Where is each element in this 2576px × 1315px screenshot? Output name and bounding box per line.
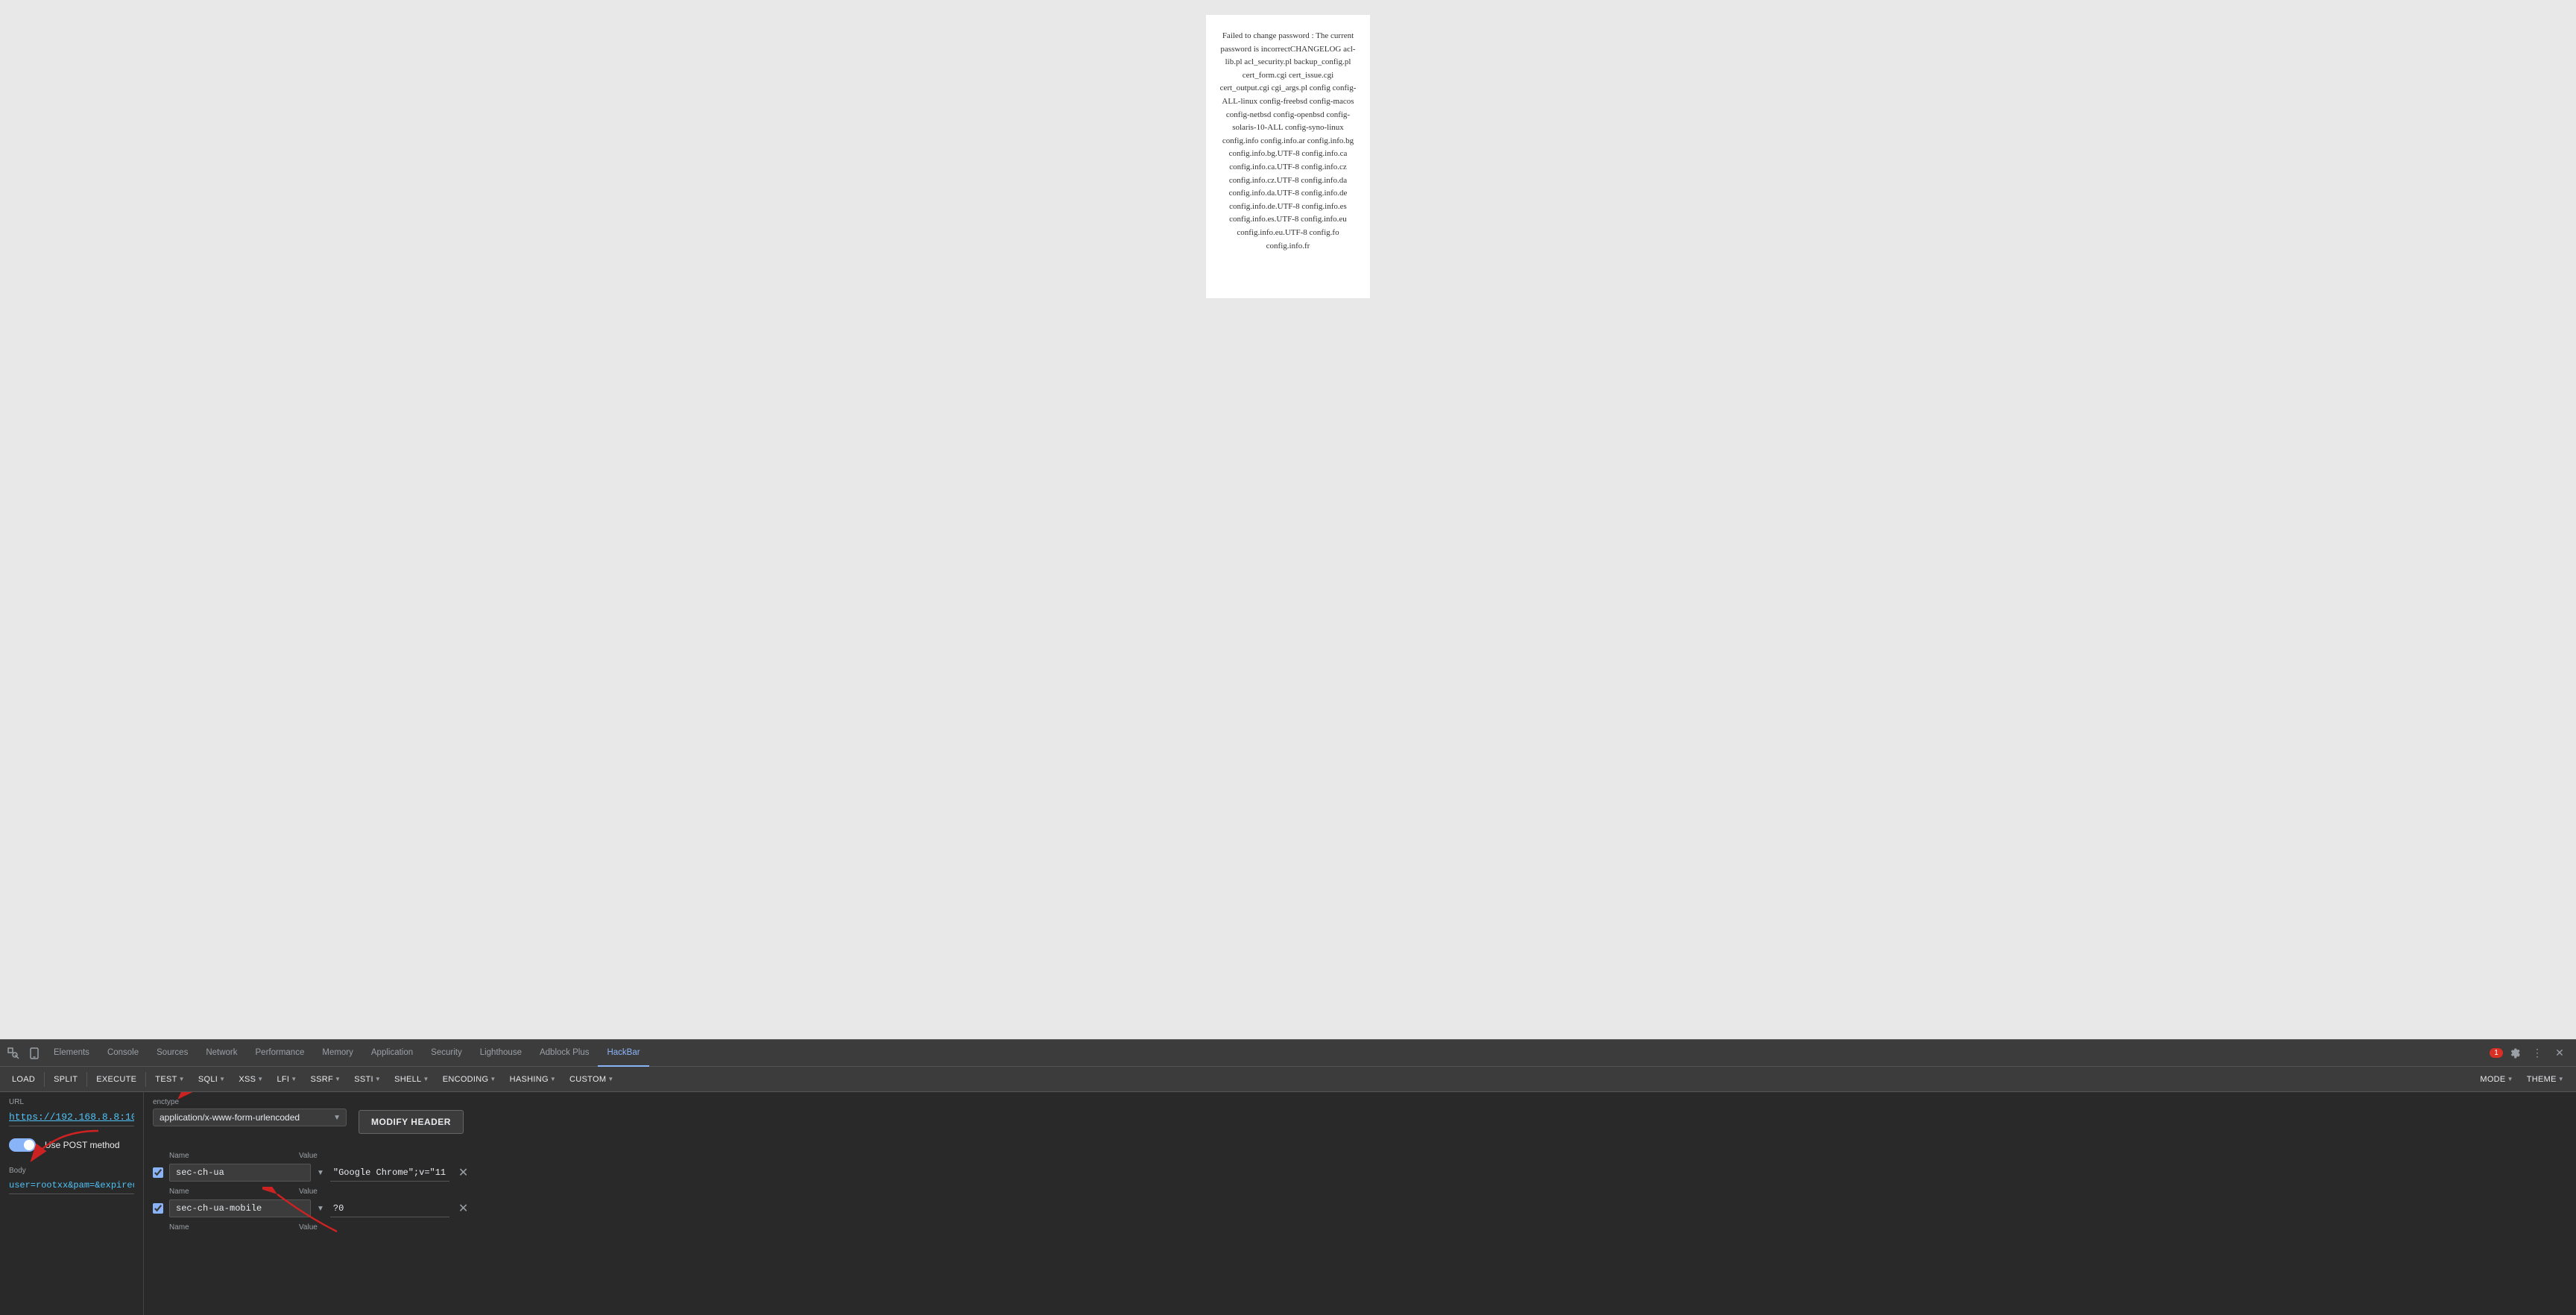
ssti-arrow-icon: ▼ (375, 1076, 381, 1082)
name-col-label-1: Name (153, 1152, 294, 1160)
enctype-label: enctype (153, 1098, 347, 1106)
header-1-close-icon[interactable]: ✕ (455, 1165, 471, 1180)
shell-arrow-icon: ▼ (423, 1076, 429, 1082)
hackbar-left-panel: URL U (0, 1092, 144, 1315)
test-arrow-icon: ▼ (179, 1076, 185, 1082)
custom-dropdown[interactable]: CUSTOM ▼ (564, 1073, 619, 1086)
hackbar-content: URL U (0, 1092, 2576, 1315)
enctype-select[interactable]: application/x-www-form-urlencoded multip… (153, 1109, 347, 1126)
separator (145, 1072, 146, 1087)
enctype-wrapper: application/x-www-form-urlencoded multip… (153, 1109, 347, 1126)
page-text: Failed to change password : The current … (1206, 15, 1370, 298)
execute-button[interactable]: EXECUTE (90, 1073, 142, 1086)
shell-dropdown[interactable]: SHELL ▼ (388, 1073, 435, 1086)
theme-arrow-icon: ▼ (2558, 1076, 2564, 1082)
mode-arrow-icon: ▼ (2507, 1076, 2513, 1082)
value-col-label-1: Value (299, 1152, 471, 1160)
custom-arrow-icon: ▼ (607, 1076, 613, 1082)
error-message: Failed to change password : The current … (1220, 31, 1357, 250)
header-2-checkbox[interactable] (153, 1203, 163, 1214)
modify-header-button[interactable]: MODIFY HEADER (359, 1110, 464, 1134)
browser-content: Failed to change password : The current … (0, 0, 2576, 1039)
tab-console[interactable]: Console (98, 1040, 148, 1067)
devtools-panel: Elements Console Sources Network Perform… (0, 1039, 2576, 1315)
settings-icon[interactable] (2504, 1043, 2525, 1064)
tab-lighthouse[interactable]: Lighthouse (471, 1040, 531, 1067)
devtools-tab-bar: Elements Console Sources Network Perform… (0, 1040, 2576, 1067)
test-dropdown[interactable]: TEST ▼ (149, 1073, 191, 1086)
hackbar-toolbar: LOAD SPLIT EXECUTE TEST ▼ SQLI ▼ XSS ▼ L… (0, 1067, 2576, 1092)
tab-memory[interactable]: Memory (313, 1040, 362, 1067)
name-dropdown-arrow-icon: ▼ (317, 1169, 324, 1177)
tab-hackbar[interactable]: HackBar (598, 1040, 648, 1067)
header-1-name-input[interactable] (169, 1164, 311, 1182)
tab-security[interactable]: Security (422, 1040, 471, 1067)
separator (44, 1072, 45, 1087)
post-toggle-arrow-indicator (0, 1123, 106, 1176)
header-1-value-input[interactable] (330, 1164, 449, 1182)
sqli-dropdown[interactable]: SQLI ▼ (192, 1073, 232, 1086)
load-button[interactable]: LOAD (6, 1073, 41, 1086)
mobile-icon[interactable] (24, 1043, 45, 1064)
header-1-checkbox[interactable] (153, 1167, 163, 1178)
separator (86, 1072, 87, 1087)
ssrf-dropdown[interactable]: SSRF ▼ (304, 1073, 347, 1086)
inspect-element-icon[interactable] (3, 1043, 24, 1064)
ssti-dropdown[interactable]: SSTI ▼ (348, 1073, 387, 1086)
url-section: URL (9, 1098, 134, 1126)
encoding-dropdown[interactable]: ENCODING ▼ (437, 1073, 502, 1086)
tab-sources[interactable]: Sources (148, 1040, 197, 1067)
tab-application[interactable]: Application (362, 1040, 422, 1067)
encoding-arrow-icon: ▼ (490, 1076, 496, 1082)
tab-elements[interactable]: Elements (45, 1040, 98, 1067)
xss-dropdown[interactable]: XSS ▼ (233, 1073, 269, 1086)
split-button[interactable]: SPLIT (48, 1073, 83, 1086)
theme-dropdown[interactable]: THEME ▼ (2521, 1073, 2570, 1086)
more-options-icon[interactable]: ⋮ (2527, 1043, 2548, 1064)
tab-performance[interactable]: Performance (247, 1040, 314, 1067)
lfi-dropdown[interactable]: LFI ▼ (271, 1073, 303, 1086)
lfi-arrow-icon: ▼ (291, 1076, 297, 1082)
close-devtools-icon[interactable]: ✕ (2549, 1043, 2570, 1064)
notification-badge: 1 (2490, 1048, 2503, 1058)
tab-adblock-plus[interactable]: Adblock Plus (531, 1040, 598, 1067)
header-2-close-icon[interactable]: ✕ (455, 1201, 471, 1216)
mode-dropdown[interactable]: MODE ▼ (2474, 1073, 2519, 1086)
tab-network[interactable]: Network (197, 1040, 246, 1067)
body-arrow-indicator (262, 1187, 352, 1239)
url-label: URL (9, 1098, 134, 1106)
xss-arrow-icon: ▼ (257, 1076, 263, 1082)
ssrf-arrow-icon: ▼ (335, 1076, 341, 1082)
header-row-1: ▼ ✕ (153, 1164, 471, 1182)
hashing-dropdown[interactable]: HASHING ▼ (504, 1073, 562, 1086)
body-input[interactable] (9, 1177, 134, 1194)
sqli-arrow-icon: ▼ (219, 1076, 225, 1082)
hashing-arrow-icon: ▼ (550, 1076, 556, 1082)
